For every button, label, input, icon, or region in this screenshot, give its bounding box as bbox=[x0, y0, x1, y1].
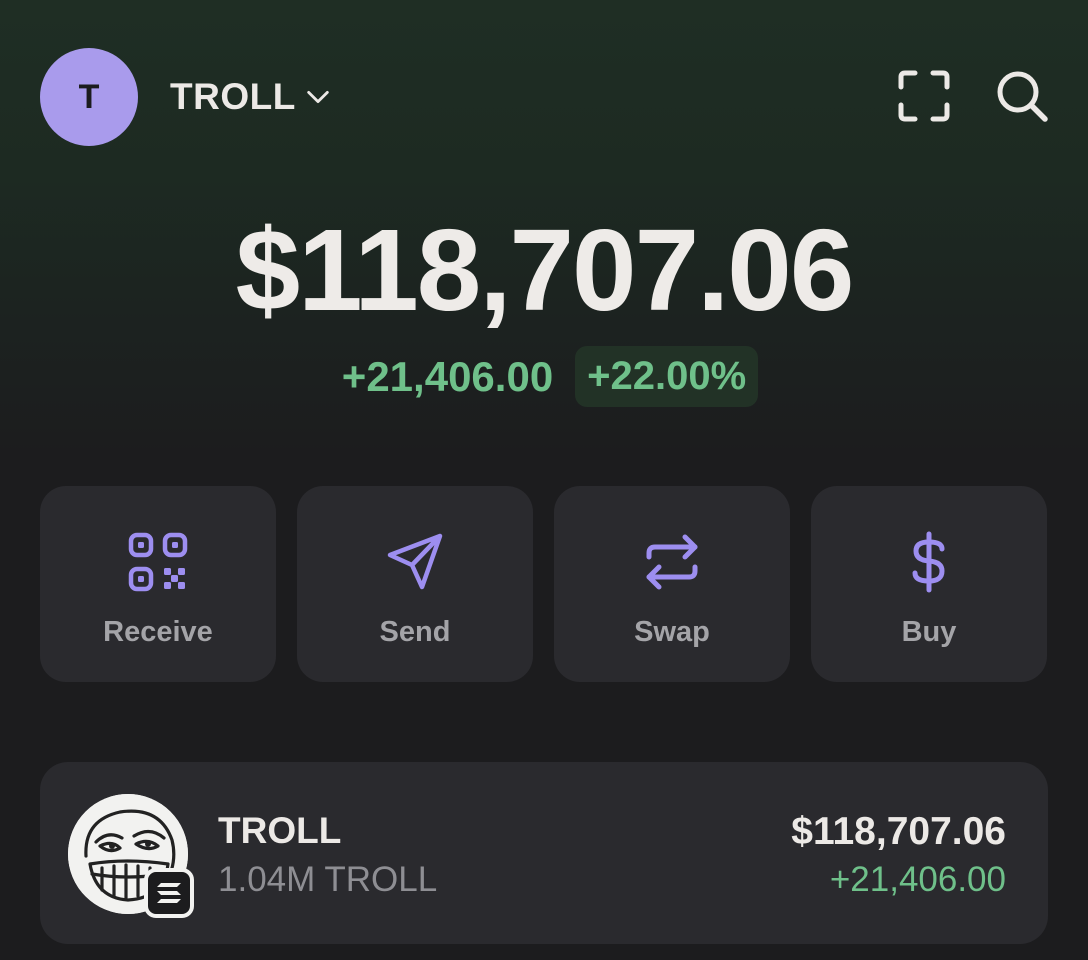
search-button[interactable] bbox=[994, 68, 1050, 124]
change-percent-badge: +22.00% bbox=[575, 346, 759, 407]
send-icon bbox=[387, 533, 443, 590]
account-avatar[interactable]: T bbox=[40, 48, 138, 146]
swap-label: Swap bbox=[634, 616, 710, 648]
chevron-down-icon bbox=[307, 90, 329, 104]
token-row[interactable]: TROLL 1.04M TROLL $118,707.06 +21,406.00 bbox=[40, 762, 1048, 944]
buy-button[interactable]: Buy bbox=[811, 486, 1047, 682]
receive-button[interactable]: Receive bbox=[40, 486, 276, 682]
buy-label: Buy bbox=[901, 616, 957, 648]
search-icon bbox=[997, 71, 1048, 122]
action-buttons: Receive Send Swap Buy bbox=[40, 486, 1047, 682]
scan-icon bbox=[898, 70, 950, 122]
balance-change: +21,406.00 +22.00% bbox=[0, 346, 1088, 407]
send-button[interactable]: Send bbox=[297, 486, 533, 682]
swap-button[interactable]: Swap bbox=[554, 486, 790, 682]
receive-label: Receive bbox=[103, 616, 213, 648]
token-change: +21,406.00 bbox=[829, 860, 1006, 899]
solana-icon bbox=[144, 868, 194, 918]
total-balance: $118,707.06 bbox=[235, 205, 855, 335]
send-label: Send bbox=[379, 616, 451, 648]
token-value: $118,707.06 bbox=[791, 810, 1006, 853]
qr-code-icon bbox=[128, 532, 188, 592]
account-name: TROLL bbox=[170, 76, 296, 117]
avatar-letter: T bbox=[78, 77, 100, 116]
account-switcher[interactable]: TROLL bbox=[170, 72, 332, 122]
change-amount: +21,406.00 bbox=[341, 352, 554, 400]
swap-icon bbox=[646, 534, 698, 590]
token-name: TROLL bbox=[218, 810, 342, 851]
dollar-icon bbox=[912, 531, 945, 593]
token-quantity: 1.04M TROLL bbox=[218, 860, 438, 899]
scan-button[interactable] bbox=[896, 68, 952, 124]
